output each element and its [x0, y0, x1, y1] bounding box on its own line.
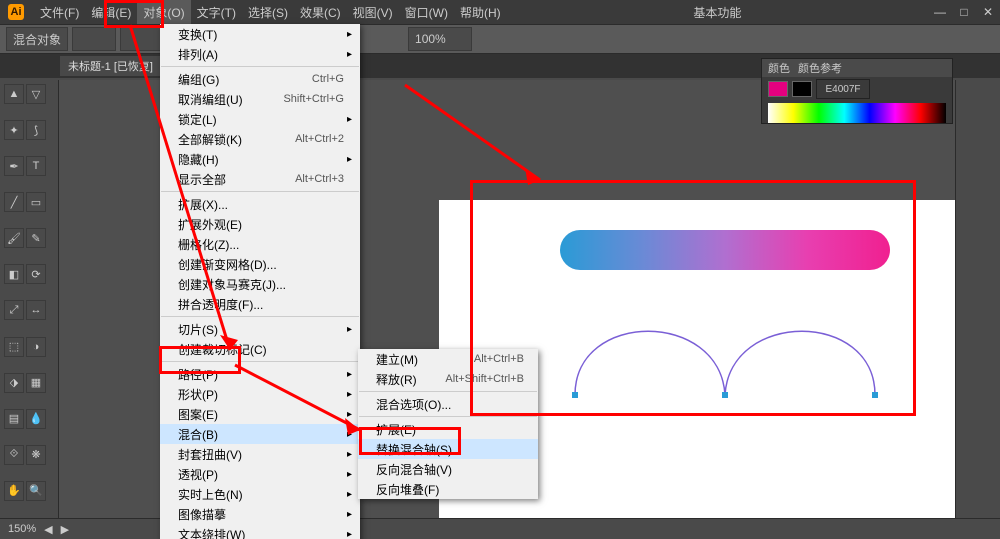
status-zoom[interactable]: 150%: [8, 523, 36, 535]
minimize-icon[interactable]: —: [928, 0, 952, 24]
menu-edit[interactable]: 编辑(E): [85, 0, 137, 24]
color-guide-tab[interactable]: 颜色参考: [798, 60, 842, 76]
blend-spine-path[interactable]: [570, 300, 880, 400]
menu-file[interactable]: 文件(F): [34, 0, 85, 24]
rotate-tool[interactable]: ⟳: [26, 264, 46, 284]
zoom-field[interactable]: 100%: [408, 27, 472, 51]
object-menu-item[interactable]: 图案(E): [160, 404, 360, 424]
object-menu-item[interactable]: 创建渐变网格(D)...: [160, 254, 360, 274]
fill-color-swatch[interactable]: [768, 81, 788, 97]
mesh-tool[interactable]: ▦: [26, 373, 46, 393]
maximize-icon[interactable]: □: [952, 0, 976, 24]
object-menu-item[interactable]: 取消编组(U)Shift+Ctrl+G: [160, 89, 360, 109]
object-menu-item[interactable]: 隐藏(H): [160, 149, 360, 169]
status-nav-right-icon[interactable]: ▶: [61, 523, 69, 536]
control-label: 混合对象: [6, 27, 68, 51]
fill-swatch[interactable]: [72, 27, 116, 51]
selection-tool[interactable]: ▲: [4, 84, 24, 104]
scale-tool[interactable]: ⤢: [4, 300, 24, 320]
blend-submenu-item[interactable]: 混合选项(O)...: [358, 394, 538, 414]
status-nav-left-icon[interactable]: ◀: [44, 523, 52, 536]
blend-submenu-item[interactable]: 反向混合轴(V): [358, 459, 538, 479]
object-menu-item[interactable]: 创建裁切标记(C): [160, 339, 360, 359]
object-menu-item[interactable]: 排列(A): [160, 44, 360, 64]
stroke-swatch[interactable]: [120, 27, 164, 51]
object-menu-item[interactable]: 路径(P): [160, 364, 360, 384]
magic-wand-tool[interactable]: ✦: [4, 120, 24, 140]
color-panel: 颜色 颜色参考: [761, 58, 953, 124]
menu-select[interactable]: 选择(S): [242, 0, 294, 24]
blend-tool[interactable]: ⟐: [4, 445, 24, 465]
object-dropdown: 变换(T)排列(A) 编组(G)Ctrl+G取消编组(U)Shift+Ctrl+G…: [160, 24, 360, 539]
object-menu-item[interactable]: 透视(P): [160, 464, 360, 484]
object-menu-item[interactable]: 创建对象马赛克(J)...: [160, 274, 360, 294]
brush-tool[interactable]: 🖌: [4, 228, 24, 248]
blend-object[interactable]: [560, 230, 890, 270]
color-tab[interactable]: 颜色: [768, 60, 790, 76]
hand-tool[interactable]: ✋: [4, 481, 24, 501]
object-menu-item[interactable]: 图像描摹: [160, 504, 360, 524]
lasso-tool[interactable]: ⟆: [26, 120, 46, 140]
blend-submenu-item[interactable]: 释放(R)Alt+Shift+Ctrl+B: [358, 369, 538, 389]
main-menu: 文件(F) 编辑(E) 对象(O) 文字(T) 选择(S) 效果(C) 视图(V…: [34, 0, 507, 24]
tool-panel: ▲ ▽ ✦ ⟆ ✒ T ╱ ▭ 🖌 ✎ ◧ ⟳ ⤢ ↔ ⬚ ◑ ⬗ ▦ ▤ 💧 …: [0, 80, 59, 519]
zoom-tool[interactable]: 🔍: [26, 481, 46, 501]
object-menu-item[interactable]: 显示全部Alt+Ctrl+3: [160, 169, 360, 189]
object-menu-item[interactable]: 扩展外观(E): [160, 214, 360, 234]
blend-submenu-item[interactable]: 替换混合轴(S): [358, 439, 538, 459]
object-menu-item[interactable]: 形状(P): [160, 384, 360, 404]
color-spectrum[interactable]: [768, 103, 946, 123]
object-menu-item[interactable]: 文本绕排(W): [160, 524, 360, 539]
shape-builder-tool[interactable]: ◑: [26, 337, 46, 357]
hex-input[interactable]: [816, 79, 870, 99]
rectangle-tool[interactable]: ▭: [26, 192, 46, 212]
object-menu-item[interactable]: 切片(S): [160, 319, 360, 339]
object-menu-item[interactable]: 编组(G)Ctrl+G: [160, 69, 360, 89]
stroke-color-swatch[interactable]: [792, 81, 812, 97]
pen-tool[interactable]: ✒: [4, 156, 24, 176]
symbol-sprayer-tool[interactable]: ❋: [26, 445, 46, 465]
object-menu-item[interactable]: 栅格化(Z)...: [160, 234, 360, 254]
status-bar: 150% ◀ ▶: [0, 518, 1000, 539]
menu-effect[interactable]: 效果(C): [294, 0, 347, 24]
blend-submenu: 建立(M)Alt+Ctrl+B释放(R)Alt+Shift+Ctrl+B 混合选项…: [358, 349, 538, 499]
line-tool[interactable]: ╱: [4, 192, 24, 212]
app-logo: Ai: [8, 4, 24, 20]
object-menu-item[interactable]: 实时上色(N): [160, 484, 360, 504]
free-transform-tool[interactable]: ⬚: [4, 337, 24, 357]
object-menu-item[interactable]: 变换(T): [160, 24, 360, 44]
menu-view[interactable]: 视图(V): [347, 0, 399, 24]
close-icon[interactable]: ✕: [976, 0, 1000, 24]
collapsed-panels[interactable]: [955, 80, 1000, 519]
object-menu-item[interactable]: 锁定(L): [160, 109, 360, 129]
object-menu-item[interactable]: 扩展(X)...: [160, 194, 360, 214]
pencil-tool[interactable]: ✎: [26, 228, 46, 248]
blend-submenu-item[interactable]: 扩展(E): [358, 419, 538, 439]
eraser-tool[interactable]: ◧: [4, 264, 24, 284]
type-tool[interactable]: T: [26, 156, 46, 176]
eyedropper-tool[interactable]: 💧: [26, 409, 46, 429]
document-tab[interactable]: 未标题-1 [已恢复]: [60, 56, 161, 76]
blend-submenu-item[interactable]: 反向堆叠(F): [358, 479, 538, 499]
object-menu-item[interactable]: 拼合透明度(F)...: [160, 294, 360, 314]
menu-object[interactable]: 对象(O): [137, 0, 190, 24]
object-menu-item[interactable]: 混合(B): [160, 424, 360, 444]
control-bar: 混合对象 换 100%: [0, 24, 1000, 54]
perspective-tool[interactable]: ⬗: [4, 373, 24, 393]
width-tool[interactable]: ↔: [26, 300, 46, 320]
menu-help[interactable]: 帮助(H): [454, 0, 507, 24]
object-menu-item[interactable]: 全部解锁(K)Alt+Ctrl+2: [160, 129, 360, 149]
title-bar: Ai 文件(F) 编辑(E) 对象(O) 文字(T) 选择(S) 效果(C) 视…: [0, 0, 1000, 24]
menu-window[interactable]: 窗口(W): [399, 0, 454, 24]
workspace-switcher[interactable]: 基本功能: [683, 4, 751, 21]
blend-submenu-item[interactable]: 建立(M)Alt+Ctrl+B: [358, 349, 538, 369]
menu-type[interactable]: 文字(T): [191, 0, 242, 24]
direct-selection-tool[interactable]: ▽: [26, 84, 46, 104]
object-menu-item[interactable]: 封套扭曲(V): [160, 444, 360, 464]
gradient-tool[interactable]: ▤: [4, 409, 24, 429]
